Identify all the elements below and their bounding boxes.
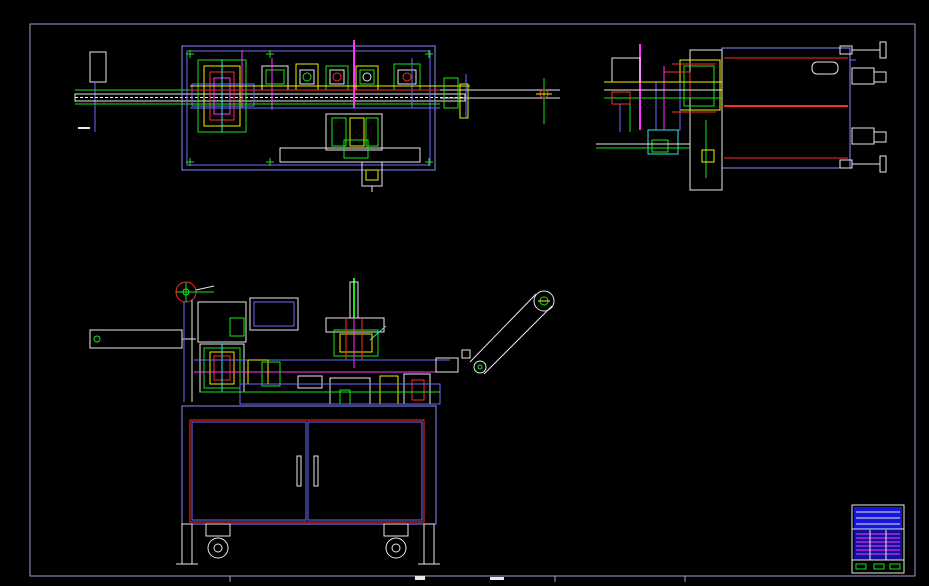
cad-viewport[interactable] (0, 0, 929, 582)
side-view[interactable] (596, 41, 887, 191)
front-elevation[interactable] (89, 278, 555, 565)
top-view[interactable] (74, 40, 560, 192)
title-block[interactable] (851, 504, 905, 574)
cad-drawing (29, 23, 916, 582)
sheet-frame (29, 23, 916, 582)
